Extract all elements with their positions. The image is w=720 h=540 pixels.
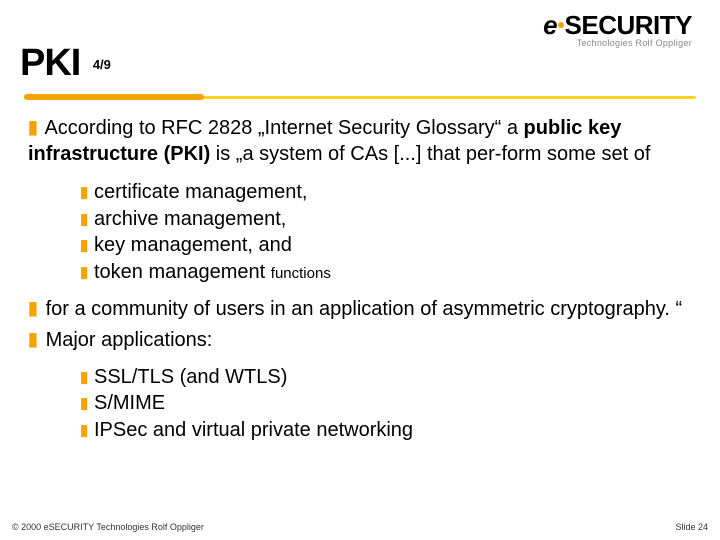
square-bullet-icon: ▮: [80, 236, 94, 255]
brand-logo: e SECURITY Technologies Rolf Oppliger: [543, 12, 692, 48]
list1-2: key management, and: [94, 234, 292, 256]
square-bullet-icon: ▮: [80, 183, 94, 202]
slide-title-row: PKI 4/9: [20, 42, 111, 85]
square-bullet-icon: ▮: [80, 210, 94, 229]
slide-title: PKI: [20, 42, 80, 85]
bullet-community: ▮ for a community of users in an applica…: [24, 297, 696, 323]
square-bullet-icon: ▮: [28, 328, 40, 351]
list-item: ▮S/MIME: [24, 391, 696, 417]
list1-3b: functions: [271, 265, 331, 282]
list1-3a: token management: [94, 261, 271, 283]
list2-2: IPSec and virtual private networking: [94, 419, 413, 441]
list1-0: certificate management,: [94, 181, 307, 203]
square-bullet-icon: ▮: [80, 394, 94, 413]
bullet-intro: ▮ According to RFC 2828 „Internet Securi…: [24, 116, 696, 167]
square-bullet-icon: ▮: [28, 297, 40, 320]
logo-e: e: [543, 10, 556, 40]
slide-page-fraction: 4/9: [93, 57, 111, 72]
slide-footer: © 2000 eSECURITY Technologies Rolf Oppli…: [12, 522, 708, 532]
square-bullet-icon: ▮: [28, 116, 40, 139]
intro-tail: is „a system of CAs [...] that per-form …: [210, 143, 650, 165]
list2-1: S/MIME: [94, 392, 165, 414]
list1-1: archive management,: [94, 208, 286, 230]
list-item: ▮archive management,: [24, 207, 696, 233]
logo-subtitle: Technologies Rolf Oppliger: [543, 39, 692, 48]
footer-copyright: © 2000 eSECURITY Technologies Rolf Oppli…: [12, 522, 204, 532]
list-item: ▮IPSec and virtual private networking: [24, 418, 696, 444]
slide-body: ▮ According to RFC 2828 „Internet Securi…: [24, 116, 696, 445]
list-item: ▮certificate management,: [24, 180, 696, 206]
square-bullet-icon: ▮: [80, 368, 94, 387]
list2-0: SSL/TLS (and WTLS): [94, 366, 287, 388]
community-text: for a community of users in an applicati…: [46, 298, 683, 320]
intro-lead: According to RFC 2828 „Internet Security…: [44, 117, 523, 139]
bullet-major-apps: ▮ Major applications:: [24, 328, 696, 354]
title-underline: [24, 94, 696, 100]
major-apps-text: Major applications:: [46, 329, 213, 351]
underline-orange: [24, 94, 204, 100]
list-item: ▮token management functions: [24, 260, 696, 286]
logo-dot-icon: [558, 22, 564, 28]
square-bullet-icon: ▮: [80, 263, 94, 282]
footer-slide-number: Slide 24: [675, 522, 708, 532]
intro-text: According to RFC 2828 „Internet Security…: [28, 117, 650, 165]
square-bullet-icon: ▮: [80, 421, 94, 440]
list-item: ▮SSL/TLS (and WTLS): [24, 365, 696, 391]
logo-security: SECURITY: [565, 10, 692, 40]
list-item: ▮key management, and: [24, 233, 696, 259]
